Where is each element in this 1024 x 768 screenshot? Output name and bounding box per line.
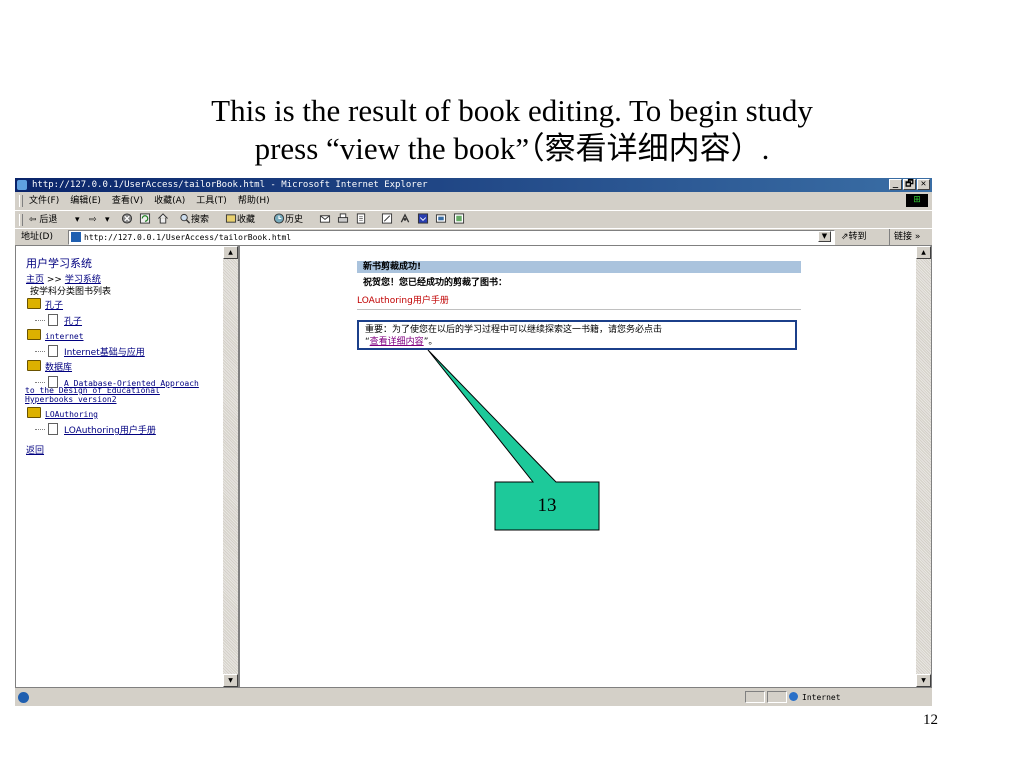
callout-number: 13 <box>537 495 557 516</box>
slide-page-number: 12 <box>923 712 938 728</box>
callout-shape <box>427 349 600 531</box>
